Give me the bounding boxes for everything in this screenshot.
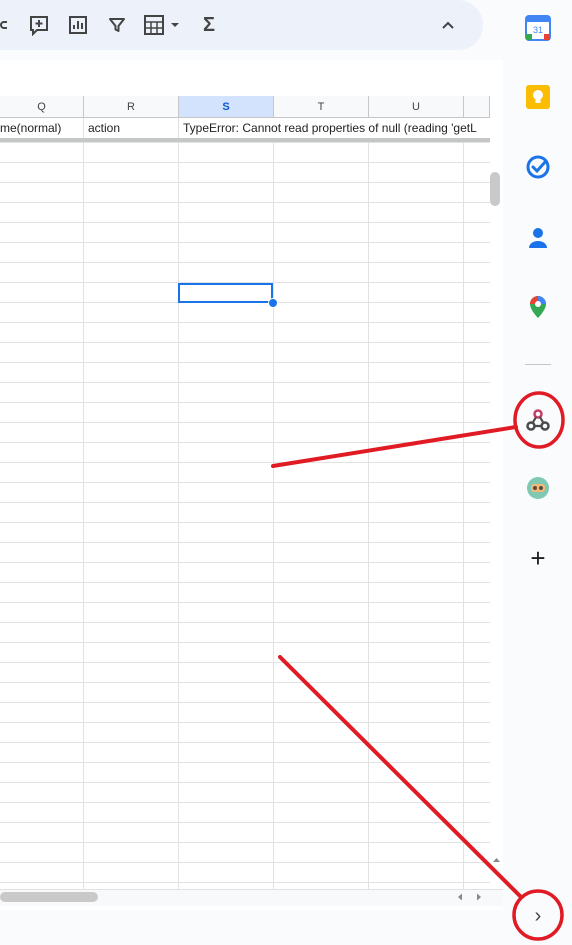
annotation-circle-expand <box>512 889 564 941</box>
annotation-overlay <box>271 391 565 941</box>
annotation-circle-webhook <box>513 391 565 449</box>
annotation-line-expand <box>278 655 523 899</box>
annotation-line-webhook <box>271 425 518 468</box>
